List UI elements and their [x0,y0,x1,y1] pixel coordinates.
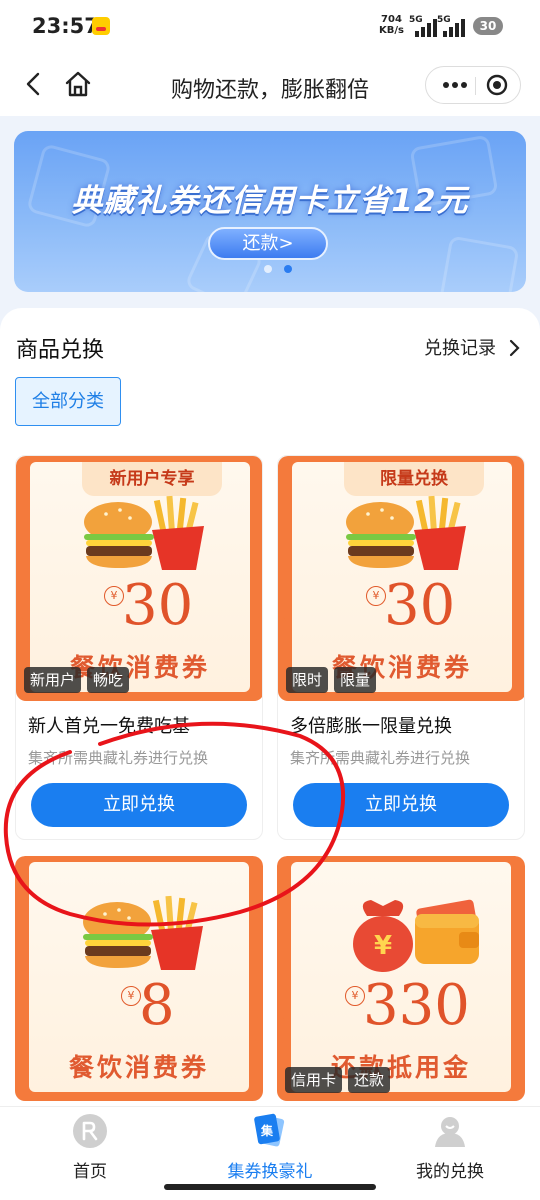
chevron-right-icon[interactable] [508,339,520,357]
card-subtitle: 集齐所需典藏礼券进行兑换 [28,749,209,767]
coupon-name: 餐饮消费券 [68,1053,209,1082]
nav-collect-label: 集券换豪礼 [227,1162,313,1182]
product-card[interactable]: ¥ ¥ 330 还款抵用金 信用卡 还款 [277,856,525,1106]
nav-mine-label: 我的兑换 [416,1162,484,1182]
badge: 限量 [334,667,377,693]
network-speed-unit: KB/s [379,25,404,36]
badge: 畅吃 [87,667,130,693]
coupon-image: 限量兑换 ¥ 30 餐饮消费券 限时 限量 [278,456,524,701]
card-badges: 新用户 畅吃 [24,667,135,693]
exchange-history-link[interactable]: 兑换记录 [424,334,496,360]
nav-collect[interactable]: 集 集券换豪礼 [180,1107,360,1187]
burger-fries-icon [346,495,466,570]
badge: 限时 [286,667,329,693]
coupon-image: ¥ ¥ 330 还款抵用金 信用卡 还款 [277,856,525,1101]
currency-mark: ¥ [104,586,124,606]
carousel-dot-active[interactable] [284,265,292,273]
status-time: 23:57 [32,14,99,38]
banner-decoration [438,235,520,292]
coupon-image: 新用户专享 ¥ 30 餐饮消费券 新用户 畅吃 [16,456,262,701]
burger-fries-icon [84,495,204,570]
category-chip-all[interactable]: 全部分类 [15,377,121,426]
redeem-now-button[interactable]: 立即兑换 [293,783,509,827]
currency-mark: ¥ [121,986,141,1006]
card-badges: 信用卡 还款 [285,1067,396,1093]
product-card[interactable]: 新用户专享 ¥ 30 餐饮消费券 新用户 畅吃 新人首兑一免费吃基 集齐所需典藏… [15,455,263,840]
nav-mine[interactable]: 我的兑换 [360,1107,540,1187]
coupon-price: 30 [384,573,456,638]
svg-text:¥: ¥ [374,931,392,961]
product-card[interactable]: ¥ 8 餐饮消费券 [15,856,263,1106]
back-arrow-icon[interactable] [18,68,50,100]
nav-home[interactable]: 首页 [0,1107,180,1187]
card-subtitle: 集齐所需典藏礼券进行兑换 [290,749,471,767]
product-card[interactable]: 限量兑换 ¥ 30 餐饮消费券 限时 限量 多倍膨胀一限量兑换 集齐所需典藏礼券… [277,455,525,840]
section-title: 商品兑换 [16,338,105,363]
coupon-price: 8 [139,973,175,1038]
close-target-icon[interactable] [481,71,513,99]
badge: 信用卡 [285,1067,343,1093]
coupon-image: ¥ 8 餐饮消费券 [15,856,263,1101]
currency-mark: ¥ [345,986,365,1006]
mini-program-capsule [425,66,521,104]
home-indicator [164,1184,376,1190]
badge: 还款 [348,1067,391,1093]
signal-icon: 5G [409,15,439,37]
redeem-now-button[interactable]: 立即兑换 [31,783,247,827]
card-badges: 限时 限量 [286,667,382,693]
status-bar: 23:57 704 KB/s 5G 5G 30 [0,0,540,54]
card-title: 多倍膨胀一限量兑换 [290,716,452,737]
home-icon[interactable] [62,68,94,100]
nav-home-label: 首页 [73,1162,107,1182]
coupon-price: 330 [363,973,470,1038]
signal-icon-2: 5G [437,15,467,37]
page-title: 购物还款，膨胀翻倍 [170,78,369,103]
capsule-divider [475,77,476,95]
user-icon [435,1117,465,1147]
badge: 新用户 [24,667,82,693]
svg-text:集: 集 [260,1123,274,1138]
burger-fries-icon [83,895,203,970]
network-speed: 704 KB/s [379,14,404,36]
coupon-price: 30 [122,573,194,638]
more-icon[interactable] [436,71,474,99]
card-ribbon: 限量兑换 [344,462,484,496]
header: 购物还款，膨胀翻倍 [0,54,540,116]
card-ribbon: 新用户专享 [82,462,222,496]
network-speed-value: 704 [381,14,402,25]
app-notification-icon [92,17,110,35]
banner-title: 典藏礼券还信用卡立省12元 [71,183,469,219]
coupon-collect-icon: 集 [254,1113,285,1147]
card-title: 新人首兑一免费吃基 [28,716,190,737]
banner-repay-button[interactable]: 还款> [208,227,328,260]
currency-mark: ¥ [366,586,386,606]
carousel-dot[interactable] [264,265,272,273]
home-tab-icon [73,1114,107,1148]
money-bag-wallet-icon: ¥ [353,899,479,972]
battery-icon: 30 [473,17,503,35]
